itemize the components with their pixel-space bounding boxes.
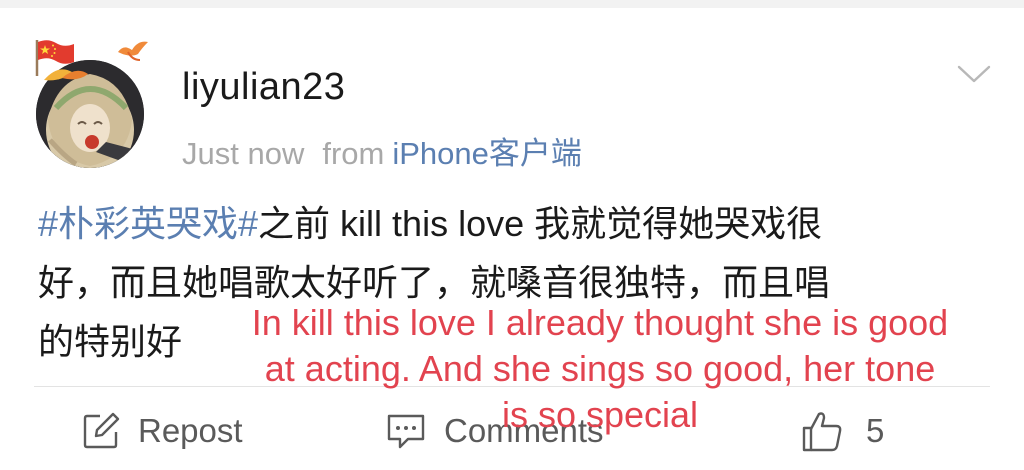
top-separator <box>0 0 1024 8</box>
leaf-icon <box>44 69 88 81</box>
edit-square-icon <box>83 412 120 449</box>
timestamp: Just now <box>182 136 305 171</box>
avatar-group[interactable] <box>34 36 150 168</box>
bird-icon <box>118 41 148 61</box>
chevron-down-icon[interactable] <box>956 62 992 86</box>
source-link[interactable]: iPhone客户端 <box>392 136 582 171</box>
from-label: from <box>322 136 385 171</box>
hashtag-link[interactable]: #朴彩英哭戏# <box>38 203 258 244</box>
post-meta: Just now from iPhone客户端 <box>182 128 582 173</box>
weibo-post-card: liyulian23 Just now from iPhone客户端 #朴彩英哭戏#… <box>0 8 1024 470</box>
translation-overlay: In kill this love I already thought she … <box>251 302 949 435</box>
username[interactable]: liyulian23 <box>182 66 345 109</box>
